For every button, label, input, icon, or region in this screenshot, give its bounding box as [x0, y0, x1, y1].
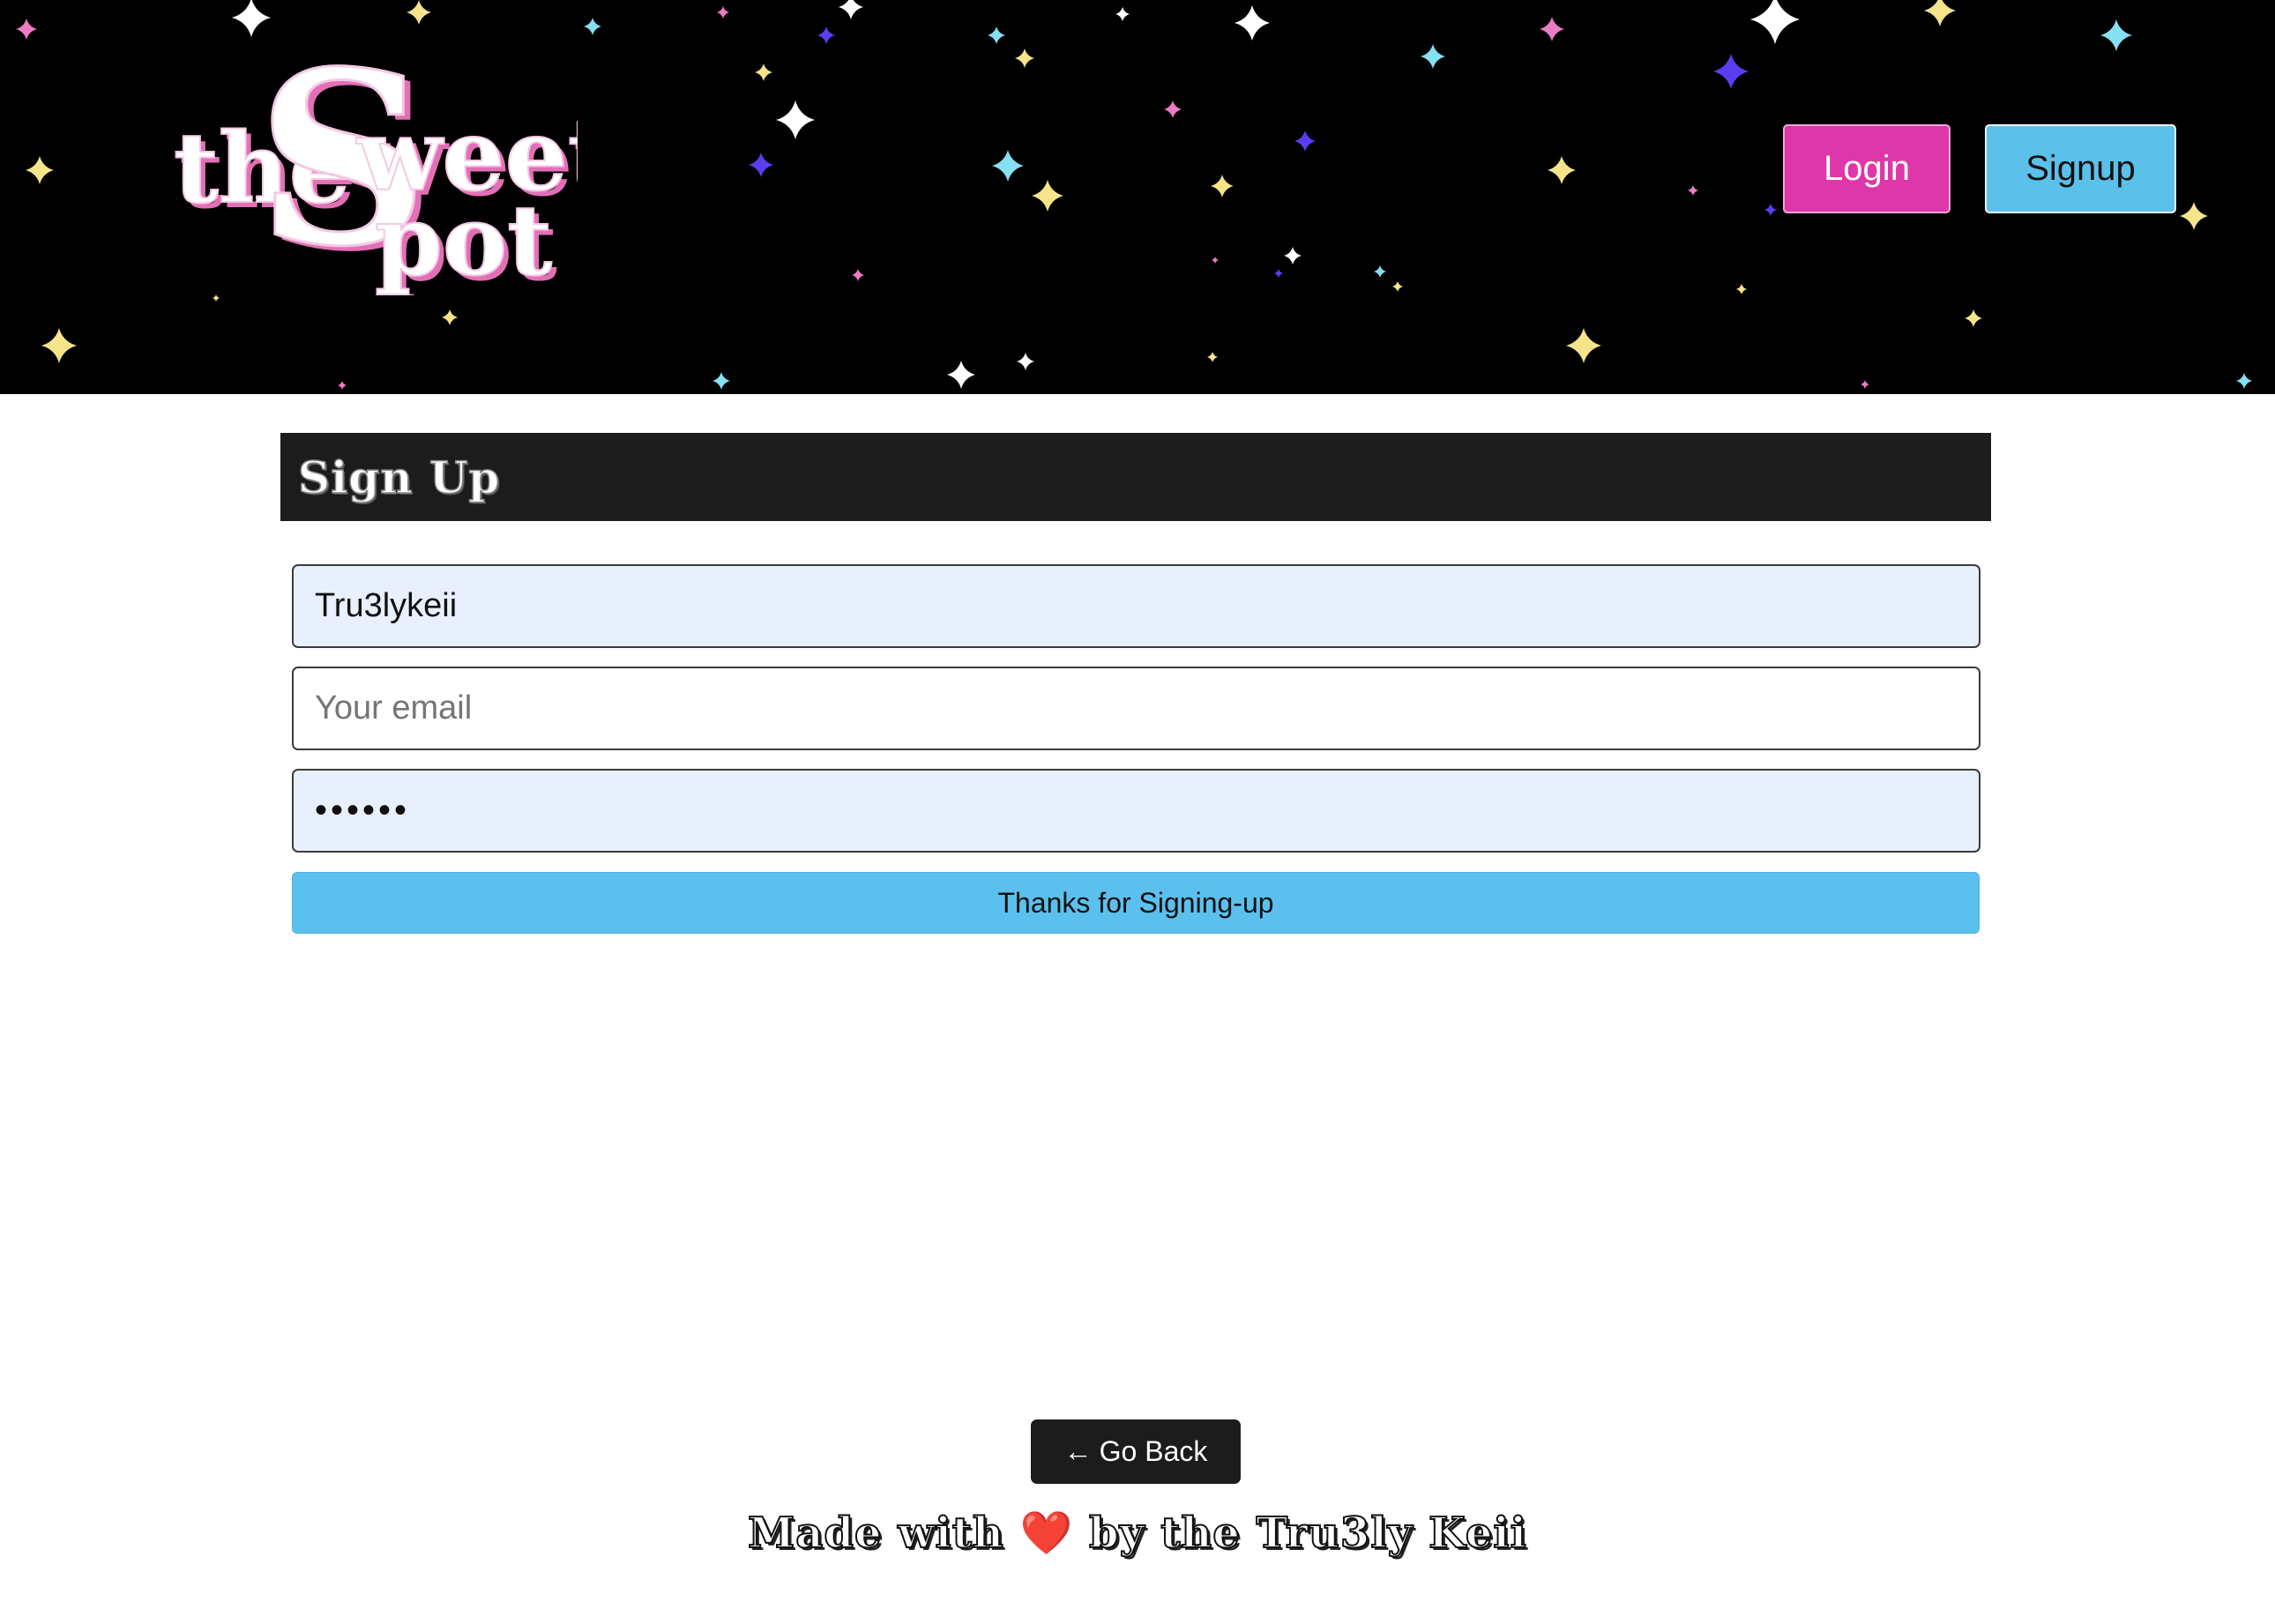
sparkle-star-icon [41, 328, 77, 363]
sparkle-star-icon [16, 19, 37, 40]
sparkle-star-icon [1750, 0, 1800, 44]
sparkle-star-icon [1274, 269, 1283, 278]
sparkle-star-icon [992, 150, 1024, 182]
footer-credit: Made with ❤️ by the Tru3ly Keii [0, 1508, 2275, 1559]
sparkle-star-icon [817, 26, 835, 44]
sparkle-star-icon [717, 6, 729, 19]
sparkle-star-icon [26, 156, 54, 184]
sparkle-star-icon [1861, 380, 1869, 389]
username-field[interactable] [292, 564, 1980, 648]
go-back-label: Go Back [1099, 1435, 1208, 1467]
email-field[interactable] [292, 667, 1980, 750]
sparkle-star-icon [407, 0, 431, 25]
arrow-left-icon: ← [1063, 1435, 1093, 1467]
sparkle-star-icon [1924, 0, 1956, 26]
sparkle-star-icon [749, 153, 773, 177]
sparkle-star-icon [1017, 353, 1034, 370]
sparkle-star-icon [232, 0, 271, 37]
sparkle-star-icon [852, 269, 864, 281]
login-button[interactable]: Login [1783, 124, 1951, 213]
sparkle-star-icon [1234, 5, 1270, 41]
sparkle-star-icon [1207, 352, 1218, 362]
signup-card-header: Sign Up [280, 433, 1991, 521]
sparkle-star-icon [1688, 185, 1698, 196]
sparkle-star-icon [213, 294, 220, 302]
sparkle-star-icon [1764, 204, 1777, 216]
sparkle-star-icon [2100, 19, 2132, 51]
go-back-button[interactable]: ← Go Back [1031, 1419, 1241, 1484]
sparkle-star-icon [712, 372, 730, 390]
sparkle-star-icon [1032, 180, 1063, 212]
sparkle-star-icon [584, 18, 601, 35]
sparkle-star-icon [2236, 373, 2252, 389]
sparkle-star-icon [988, 26, 1005, 44]
sparkle-star-icon [1212, 257, 1219, 264]
footer-by-text: by the Tru3ly Keii [1088, 1508, 1527, 1559]
sparkle-star-icon [1015, 48, 1034, 68]
signup-submit-button[interactable]: Thanks for Signing-up [292, 872, 1980, 934]
sparkle-star-icon [1540, 17, 1564, 41]
sparkle-star-icon [776, 101, 815, 139]
sparkle-star-icon [1713, 54, 1749, 89]
sweet-spot-logo[interactable]: the S weet pot the S weet pot [172, 48, 578, 295]
page-title: Sign Up [297, 451, 501, 504]
sparkle-star-icon [755, 63, 772, 81]
sparkle-star-icon [1284, 247, 1302, 264]
sparkle-star-icon [1294, 130, 1316, 152]
sparkle-star-icon [1374, 265, 1386, 278]
sparkle-star-icon [1115, 7, 1130, 21]
sparkle-star-icon [1566, 328, 1601, 363]
sparkle-star-icon [1548, 156, 1576, 184]
sparkle-star-icon [1392, 281, 1403, 292]
sparkle-star-icon [1211, 175, 1234, 197]
footer-made-with: Made with [747, 1508, 1004, 1559]
sparkle-star-icon [1965, 309, 1982, 327]
site-header: the S weet pot the S weet pot Login Sign… [0, 0, 2275, 394]
logo-pot: pot [375, 183, 552, 295]
sparkle-star-icon [947, 361, 975, 389]
heart-icon: ❤️ [1019, 1509, 1074, 1558]
sparkle-star-icon [338, 381, 347, 390]
sparkle-star-icon [2180, 202, 2208, 230]
sparkle-star-icon [442, 309, 458, 325]
sparkle-star-icon [1736, 284, 1747, 294]
password-field[interactable] [292, 769, 1980, 853]
sparkle-star-icon [1421, 44, 1445, 69]
sparkle-star-icon [839, 0, 863, 19]
sparkle-star-icon [1164, 101, 1182, 118]
signup-button[interactable]: Signup [1985, 124, 2176, 213]
